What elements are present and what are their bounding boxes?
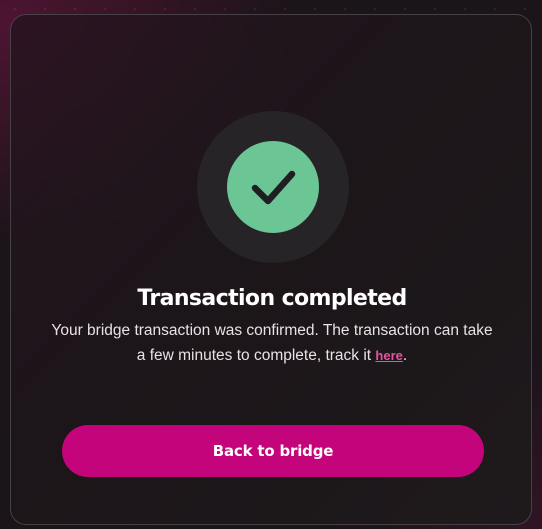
status-icon-ring bbox=[197, 111, 349, 263]
message-text: Your bridge transaction was confirmed. T… bbox=[51, 322, 493, 364]
transaction-complete-dialog: Transaction completed Your bridge transa… bbox=[10, 14, 532, 525]
success-badge bbox=[227, 141, 319, 233]
dialog-message: Your bridge transaction was confirmed. T… bbox=[51, 318, 493, 368]
checkmark-icon bbox=[251, 170, 296, 205]
back-to-bridge-button[interactable]: Back to bridge bbox=[62, 425, 484, 477]
message-suffix: . bbox=[402, 347, 408, 364]
track-transaction-link[interactable]: here bbox=[375, 348, 402, 363]
dialog-title: Transaction completed bbox=[137, 286, 407, 311]
